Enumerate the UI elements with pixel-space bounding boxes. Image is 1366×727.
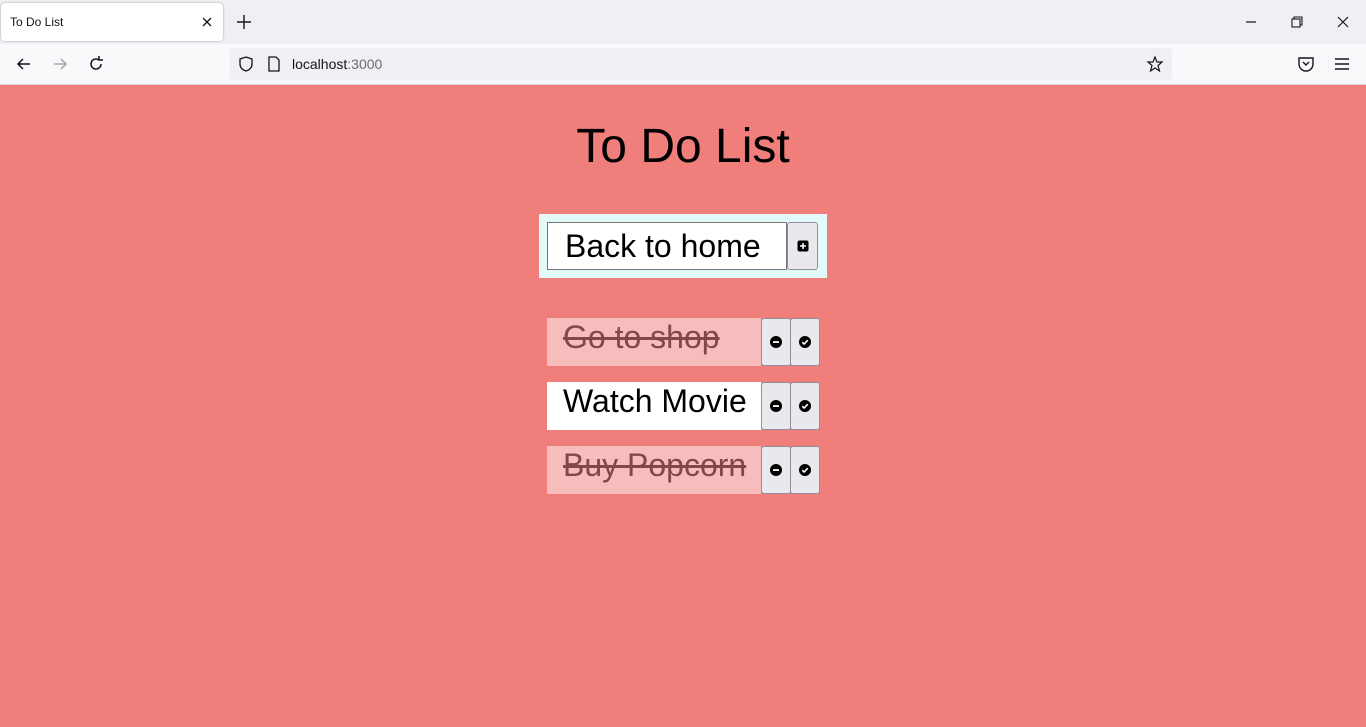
pocket-icon[interactable] — [1296, 54, 1316, 74]
complete-task-button[interactable] — [790, 318, 820, 366]
back-arrow-icon[interactable] — [14, 54, 34, 74]
tab-title: To Do List — [10, 15, 64, 29]
minus-circle-icon — [770, 400, 782, 412]
todo-item-text: Buy Popcorn — [547, 446, 761, 494]
browser-tab[interactable]: To Do List — [1, 3, 223, 41]
page-info-icon[interactable] — [265, 55, 283, 73]
browser-tab-bar: To Do List — [0, 0, 1366, 44]
shield-icon[interactable] — [237, 55, 255, 73]
todo-item-text: Watch Movie — [547, 382, 761, 430]
complete-task-button[interactable] — [790, 382, 820, 430]
check-circle-icon — [799, 400, 811, 412]
remove-task-button[interactable] — [761, 382, 791, 430]
todo-item-text: Go to shop — [547, 318, 761, 366]
restore-icon[interactable] — [1287, 12, 1307, 32]
menu-hamburger-icon[interactable] — [1332, 54, 1352, 74]
task-input[interactable] — [547, 222, 787, 270]
remove-task-button[interactable] — [761, 446, 791, 494]
minus-circle-icon — [770, 464, 782, 476]
todo-item: Go to shop — [547, 318, 820, 366]
url-text[interactable]: localhost:3000 — [292, 56, 382, 72]
check-circle-icon — [799, 464, 811, 476]
todo-item: Watch Movie — [547, 382, 820, 430]
minimize-icon[interactable] — [1241, 12, 1261, 32]
address-bar[interactable]: localhost:3000 — [230, 48, 1172, 80]
minus-circle-icon — [770, 336, 782, 348]
page-content: To Do List Go to shop Watch Movie Buy Popc… — [0, 85, 1366, 727]
url-host: localhost — [292, 56, 348, 72]
remove-task-button[interactable] — [761, 318, 791, 366]
close-tab-icon[interactable] — [198, 13, 216, 31]
complete-task-button[interactable] — [790, 446, 820, 494]
check-circle-icon — [799, 336, 811, 348]
forward-arrow-icon[interactable] — [50, 54, 70, 74]
new-tab-icon[interactable] — [234, 12, 254, 32]
browser-nav-bar: localhost:3000 — [0, 44, 1366, 85]
close-window-icon[interactable] — [1333, 12, 1353, 32]
bookmark-star-icon[interactable] — [1146, 55, 1164, 73]
page-title: To Do List — [576, 120, 790, 173]
plus-square-icon — [797, 240, 808, 252]
add-task-form — [539, 214, 827, 278]
todo-item: Buy Popcorn — [547, 446, 820, 494]
add-task-button[interactable] — [787, 222, 818, 270]
reload-icon[interactable] — [86, 54, 106, 74]
url-port: :3000 — [347, 56, 383, 72]
